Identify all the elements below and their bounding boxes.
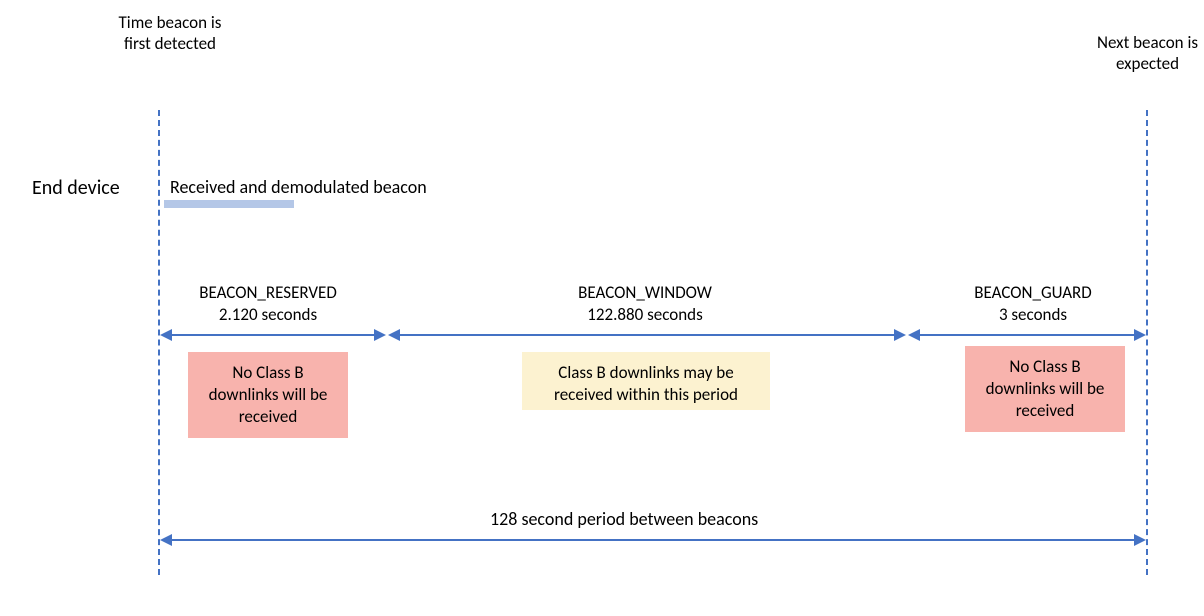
box-reserved: No Class B downlinks will be received xyxy=(188,352,348,438)
arrow-right-window xyxy=(894,329,906,341)
label-next-beacon-expected: Next beacon is expected xyxy=(1095,32,1200,75)
arrow-line-guard xyxy=(918,334,1136,336)
arrow-line-reserved xyxy=(170,334,376,336)
label-total-period: 128 second period between beacons xyxy=(490,508,758,530)
label-received-beacon: Received and demodulated beacon xyxy=(170,176,427,198)
segment-reserved-title: BEACON_RESERVED 2.120 seconds xyxy=(168,282,368,326)
label-time-beacon-detected: Time beacon is first detected xyxy=(115,12,225,55)
box-guard: No Class B downlinks will be received xyxy=(965,346,1125,432)
guard-duration: 3 seconds xyxy=(999,304,1067,325)
dashed-line-right xyxy=(1146,110,1148,575)
label-end-device: End device xyxy=(32,176,120,200)
arrow-line-total xyxy=(170,539,1136,541)
window-name: BEACON_WINDOW xyxy=(578,282,712,303)
arrow-right-guard xyxy=(1134,329,1146,341)
guard-name: BEACON_GUARD xyxy=(974,282,1091,303)
reserved-duration: 2.120 seconds xyxy=(219,304,317,325)
box-window: Class B downlinks may be received within… xyxy=(522,352,770,410)
diagram-container: Time beacon is first detected Next beaco… xyxy=(0,0,1204,616)
arrow-right-total xyxy=(1134,534,1146,546)
reserved-name: BEACON_RESERVED xyxy=(199,282,337,303)
arrow-line-window xyxy=(398,334,896,336)
segment-guard-title: BEACON_GUARD 3 seconds xyxy=(928,282,1138,326)
dashed-line-left xyxy=(158,110,160,575)
beacon-bar xyxy=(164,200,294,208)
arrow-right-reserved xyxy=(374,329,386,341)
segment-window-title: BEACON_WINDOW 122.880 seconds xyxy=(485,282,805,326)
window-duration: 122.880 seconds xyxy=(587,304,702,325)
